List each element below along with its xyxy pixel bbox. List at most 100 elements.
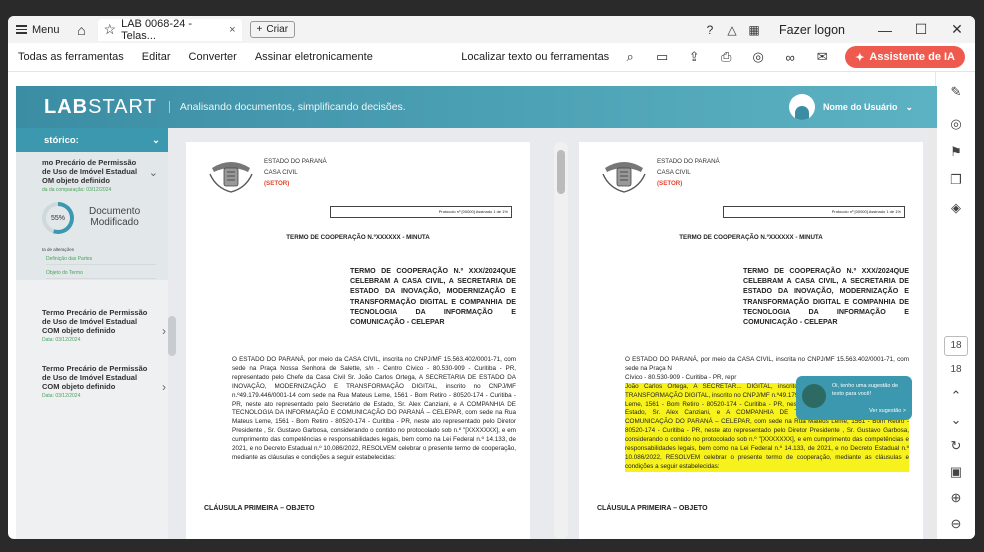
chevron-down-icon[interactable]: ⌄ xyxy=(149,166,158,179)
create-label: Criar xyxy=(266,24,289,35)
plus-icon: + xyxy=(256,24,263,35)
app-tagline: Analisando documentos, simplificando dec… xyxy=(168,101,406,113)
chevron-right-icon: › xyxy=(162,324,166,338)
star-icon[interactable]: ☆ xyxy=(104,21,117,38)
sidebar-scrollbar[interactable] xyxy=(168,316,176,356)
avatar xyxy=(788,94,815,120)
menu-convert[interactable]: Converter xyxy=(189,51,237,63)
minimize-icon[interactable]: — xyxy=(867,22,903,38)
alteration-item[interactable]: Definição das Partes xyxy=(46,256,156,265)
link-icon[interactable]: ∞ xyxy=(775,50,805,65)
progress-percent: 55% xyxy=(46,206,70,230)
menu-label: Menu xyxy=(32,23,60,36)
refresh-icon[interactable]: ↻ xyxy=(944,438,968,454)
main-toolbar: Todas as ferramentas Editar Converter As… xyxy=(8,43,975,72)
history-card-active[interactable]: mo Precário de Permissão de Uso de Imóve… xyxy=(16,152,168,280)
document-page-original: ESTADO DO PARANÁ CASA CIVIL (SETOR) Prot… xyxy=(186,142,530,539)
create-button[interactable]: + Criar xyxy=(249,21,296,38)
protocol-box: Protocolo nº [00000] Assinado 1 de 1% xyxy=(330,206,512,218)
clause-heading: CLÁUSULA PRIMEIRA – OBJETO xyxy=(597,505,708,512)
history-card[interactable]: Termo Precário de Permissão de Uso de Im… xyxy=(42,364,166,399)
chevron-down-icon: ⌄ xyxy=(152,134,160,146)
card-title: Termo Precário de Permissão de Uso de Im… xyxy=(42,308,148,335)
upload-icon[interactable]: ⇪ xyxy=(679,49,709,65)
suggestion-text: Oi, tenho uma sugestão de texto para voc… xyxy=(832,383,899,397)
search-tools-label[interactable]: Localizar texto ou ferramentas xyxy=(461,51,609,63)
layers-icon[interactable]: ◈ xyxy=(944,200,968,216)
labstart-app: LABSTART Analisando documentos, simplifi… xyxy=(16,86,937,539)
suggestion-tooltip[interactable]: Oi, tenho uma sugestão de texto para voc… xyxy=(796,376,912,420)
print-icon[interactable]: ⎙ xyxy=(711,49,741,65)
ai-assistant-button[interactable]: ✦ Assistente de IA xyxy=(845,46,965,68)
login-link[interactable]: Fazer logon xyxy=(779,23,845,37)
document-header: ESTADO DO PARANÁ CASA CIVIL (SETOR) xyxy=(657,156,720,189)
alterations-label: ta de alterações xyxy=(42,247,75,252)
page-count: 18 xyxy=(950,364,962,375)
document-title: TERMO DE COOPERAÇÃO N.ºXXXXXX - MINUTA xyxy=(679,234,823,241)
apps-icon[interactable]: ▦ xyxy=(743,23,765,37)
header-state: ESTADO DO PARANÁ xyxy=(264,158,327,165)
zoom-in-icon[interactable]: ⊕ xyxy=(944,490,968,506)
fit-page-icon[interactable]: ▣ xyxy=(944,464,968,480)
document-page-modified: ESTADO DO PARANÁ CASA CIVIL (SETOR) Prot… xyxy=(579,142,923,539)
bookmark-icon[interactable]: ⚑ xyxy=(944,144,968,160)
clause-heading: CLÁUSULA PRIMEIRA – OBJETO xyxy=(204,505,315,512)
find-icon[interactable]: ◎ xyxy=(743,49,773,65)
user-name: Nome do Usuário xyxy=(822,102,898,112)
home-icon[interactable]: ⌂ xyxy=(72,22,92,38)
page-down-icon[interactable]: ⌄ xyxy=(944,412,968,428)
history-sidebar: stórico: ⌄ mo Precário de Permissão de Us… xyxy=(16,128,168,539)
help-icon[interactable]: ? xyxy=(699,23,721,37)
page-number[interactable]: 18 xyxy=(944,336,968,356)
page-up-icon[interactable]: ⌃ xyxy=(944,388,968,404)
menu-edit[interactable]: Editar xyxy=(142,51,171,63)
history-header[interactable]: stórico: ⌄ xyxy=(16,128,168,152)
right-rail: ✎ ◎ ⚑ ❐ ◈ 18 18 ⌃ ⌄ ↻ ▣ ⊕ ⊖ xyxy=(935,72,975,539)
zoom-out-icon[interactable]: ⊖ xyxy=(944,516,968,532)
logo-lab: LAB xyxy=(44,95,89,118)
tab-close-icon[interactable]: × xyxy=(229,24,235,36)
body-unchanged: O ESTADO DO PARANÁ, por meio da CASA CIV… xyxy=(625,356,909,372)
ai-icon: ✦ xyxy=(855,51,865,64)
comment-icon[interactable]: ◎ xyxy=(944,116,968,132)
header-dept: CASA CIVIL xyxy=(264,169,298,176)
save-icon[interactable]: ▭ xyxy=(647,49,677,65)
chevron-right-icon: › xyxy=(162,380,166,394)
title-bar: Menu ⌂ ☆ LAB 0068-24 - Telas... × + Criar… xyxy=(8,16,975,43)
coat-of-arms-icon xyxy=(602,162,646,193)
page-divider-scrollbar[interactable] xyxy=(554,142,568,539)
maximize-icon[interactable]: ☐ xyxy=(903,21,939,38)
logo-start: START xyxy=(88,95,157,118)
document-summary: TERMO DE COOPERAÇÃO N.º XXX/2024QUE CELE… xyxy=(743,267,909,327)
edit-pdf-icon[interactable]: ✎ xyxy=(944,84,968,100)
header-setor: (SETOR) xyxy=(264,180,290,187)
coat-of-arms-icon xyxy=(209,162,253,193)
document-title: TERMO DE COOPERAÇÃO N.ºXXXXXX - MINUTA xyxy=(286,234,430,241)
header-setor: (SETOR) xyxy=(657,180,683,187)
app-window: Menu ⌂ ☆ LAB 0068-24 - Telas... × + Criar… xyxy=(8,16,975,539)
history-card[interactable]: Termo Precário de Permissão de Uso de Im… xyxy=(42,308,166,343)
menu-button[interactable]: Menu xyxy=(8,16,68,43)
menu-all-tools[interactable]: Todas as ferramentas xyxy=(18,51,124,63)
alteration-item[interactable]: Objeto do Termo xyxy=(46,270,156,279)
search-icon[interactable]: ⌕ xyxy=(615,49,645,65)
main-scrollbar[interactable] xyxy=(929,128,937,539)
copy-icon[interactable]: ❐ xyxy=(944,172,968,188)
app-header: LABSTART Analisando documentos, simplifi… xyxy=(16,86,937,128)
card-title: mo Precário de Permissão de Uso de Imóve… xyxy=(42,158,138,185)
history-label: stórico: xyxy=(44,134,79,146)
close-icon[interactable]: ✕ xyxy=(939,21,975,38)
header-state: ESTADO DO PARANÁ xyxy=(657,158,720,165)
menu-sign[interactable]: Assinar eletronicamente xyxy=(255,51,373,63)
document-tab[interactable]: ☆ LAB 0068-24 - Telas... × xyxy=(97,17,242,42)
card-date: Data: 03/12/2024 xyxy=(42,393,81,399)
view-suggestion-link[interactable]: Ver sugestão > xyxy=(869,408,906,414)
mail-icon[interactable]: ✉ xyxy=(807,49,837,65)
document-header: ESTADO DO PARANÁ CASA CIVIL (SETOR) xyxy=(264,156,327,189)
document-status: Documento Modificado xyxy=(89,206,141,228)
tab-title: LAB 0068-24 - Telas... xyxy=(121,17,193,42)
header-dept: CASA CIVIL xyxy=(657,169,691,176)
document-summary: TERMO DE COOPERAÇÃO N.º XXX/2024QUE CELE… xyxy=(350,267,516,327)
user-menu[interactable]: Nome do Usuário ⌄ xyxy=(788,94,913,120)
bell-icon[interactable]: △ xyxy=(721,23,743,37)
